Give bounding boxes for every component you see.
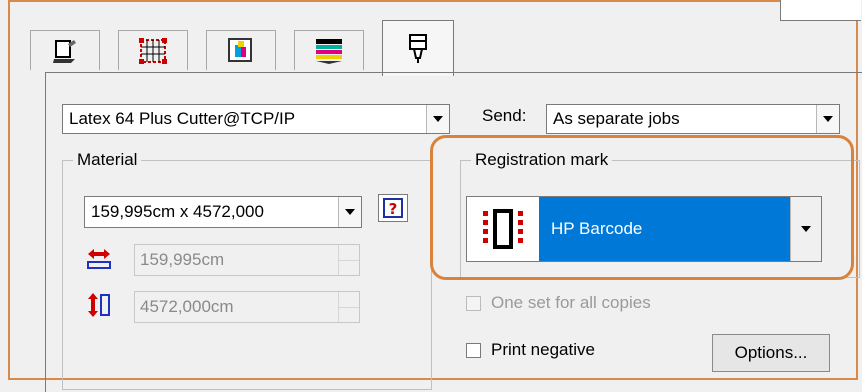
image-colors-icon bbox=[226, 37, 256, 65]
material-width-spinner[interactable]: 159,995cm bbox=[134, 244, 360, 276]
print-negative-label: Print negative bbox=[491, 340, 595, 359]
material-size-value: 159,995cm x 4572,000 bbox=[91, 202, 264, 221]
cutter-tool-icon bbox=[405, 33, 431, 64]
barcode-mark-icon bbox=[467, 197, 539, 261]
registration-mark-value: HP Barcode bbox=[539, 197, 790, 261]
one-set-label: One set for all copies bbox=[491, 293, 651, 312]
tab-pen-plotter[interactable] bbox=[30, 30, 100, 70]
help-icon: ? bbox=[379, 195, 407, 221]
options-button[interactable]: Options... bbox=[712, 334, 830, 372]
one-set-checkbox[interactable]: One set for all copies bbox=[466, 293, 651, 313]
chevron-down-icon[interactable] bbox=[426, 105, 449, 133]
material-group-label: Material bbox=[73, 150, 142, 170]
registration-mark-select[interactable]: HP Barcode bbox=[466, 196, 822, 262]
chevron-down-icon[interactable] bbox=[338, 197, 361, 227]
svg-text:?: ? bbox=[389, 200, 398, 218]
chevron-down-icon[interactable] bbox=[790, 197, 821, 261]
material-size-select[interactable]: 159,995cm x 4572,000 bbox=[84, 196, 362, 228]
material-length-spinner[interactable]: 4572,000cm bbox=[134, 291, 360, 323]
width-spin-buttons[interactable] bbox=[338, 245, 359, 275]
material-help-button[interactable]: ? bbox=[378, 194, 408, 222]
send-select-value: As separate jobs bbox=[553, 109, 680, 128]
top-strip bbox=[780, 0, 861, 21]
tab-color-layers[interactable] bbox=[294, 30, 364, 70]
print-negative-checkbox[interactable]: Print negative bbox=[466, 340, 595, 360]
grid-selection-icon bbox=[137, 37, 169, 65]
width-arrows-icon bbox=[86, 247, 112, 271]
printer-select-value: Latex 64 Plus Cutter@TCP/IP bbox=[69, 109, 296, 128]
material-width-value: 159,995cm bbox=[140, 250, 225, 269]
tab-image-colors[interactable] bbox=[206, 30, 276, 70]
tab-grid-selection[interactable] bbox=[118, 30, 188, 70]
send-label: Send: bbox=[482, 106, 527, 125]
tab-cutter[interactable] bbox=[382, 20, 454, 76]
material-length-value: 4572,000cm bbox=[140, 297, 234, 316]
length-arrows-icon bbox=[86, 292, 112, 318]
send-select[interactable]: As separate jobs bbox=[546, 104, 840, 134]
one-set-checkbox-box[interactable] bbox=[466, 295, 481, 311]
pen-plotter-icon bbox=[51, 38, 79, 64]
print-negative-checkbox-box[interactable] bbox=[466, 342, 481, 358]
printer-select[interactable]: Latex 64 Plus Cutter@TCP/IP bbox=[62, 104, 450, 134]
chevron-down-icon[interactable] bbox=[816, 105, 839, 133]
length-spin-buttons[interactable] bbox=[338, 292, 359, 322]
color-layers-icon bbox=[313, 37, 345, 65]
